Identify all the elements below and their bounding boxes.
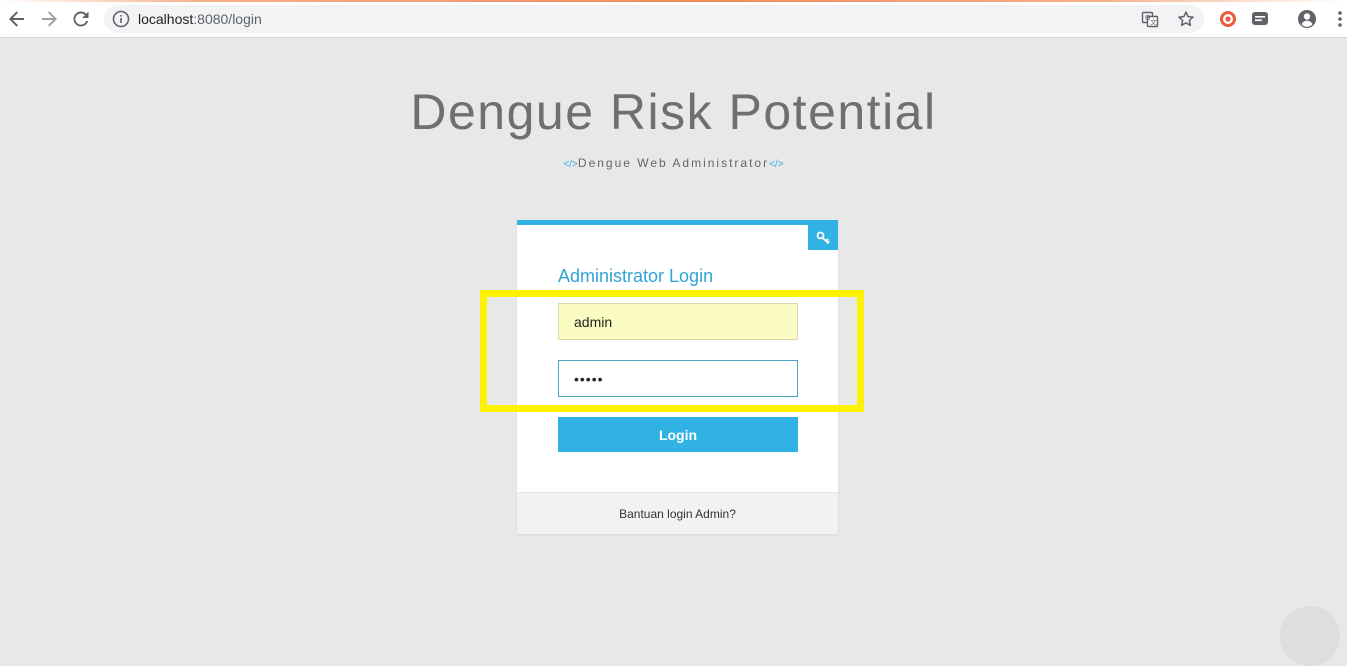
login-card: Administrator Login Login Bantuan login …	[517, 220, 838, 534]
page-title: Dengue Risk Potential	[410, 84, 937, 140]
translate-icon[interactable]: G文	[1140, 9, 1160, 29]
username-input[interactable]	[558, 303, 798, 340]
login-help-link[interactable]: Bantuan login Admin?	[517, 492, 838, 534]
loading-accent-bar	[0, 0, 1347, 2]
browser-toolbar: localhost:8080/login G文	[0, 0, 1347, 38]
login-button[interactable]: Login	[558, 417, 798, 452]
login-heading: Administrator Login	[558, 266, 714, 286]
subtitle-text: Dengue Web Administrator	[577, 156, 770, 170]
page-subtitle: </>Dengue Web Administrator</>	[0, 155, 1347, 173]
code-suffix-icon: </>	[769, 159, 784, 170]
back-arrow-icon[interactable]	[5, 7, 29, 31]
key-icon[interactable]	[808, 225, 838, 250]
password-input[interactable]	[558, 360, 798, 397]
address-bar[interactable]: localhost:8080/login G文	[104, 5, 1204, 33]
chat-icon[interactable]	[1250, 9, 1270, 29]
forward-arrow-icon[interactable]	[37, 7, 61, 31]
svg-text:文: 文	[1150, 18, 1157, 27]
floating-action-button[interactable]	[1280, 606, 1340, 666]
account-icon[interactable]	[1297, 9, 1317, 29]
url-host: localhost	[138, 11, 194, 27]
code-prefix-icon: </>	[563, 159, 578, 170]
more-vert-icon[interactable]	[1330, 9, 1347, 29]
star-icon[interactable]	[1176, 9, 1196, 29]
info-icon[interactable]	[112, 10, 130, 28]
url-text: localhost:8080/login	[138, 11, 262, 27]
record-icon[interactable]	[1218, 9, 1238, 29]
reload-icon[interactable]	[69, 7, 93, 31]
url-path: :8080/login	[193, 11, 262, 27]
